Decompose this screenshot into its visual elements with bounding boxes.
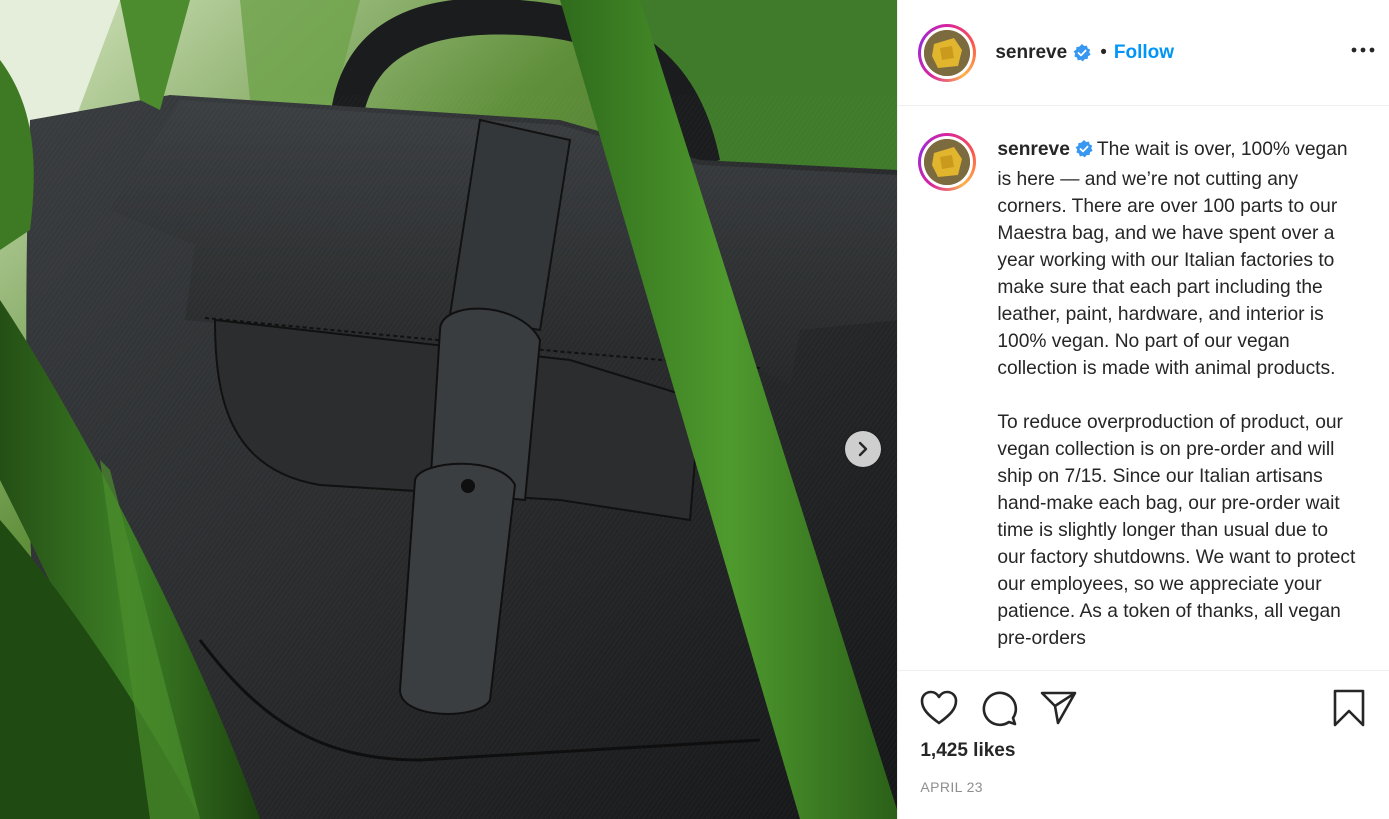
post-header: senreve • Follow [898,0,1389,106]
next-image-button[interactable] [845,431,881,467]
caption-username[interactable]: senreve [997,139,1070,160]
likes-count[interactable]: 1,425 likes [920,740,1365,762]
username-link[interactable]: senreve [995,42,1067,64]
instagram-post: senreve • Follow senreve The wait is ove… [0,0,1389,819]
caption-avatar[interactable] [918,133,977,191]
verified-badge-icon [1075,139,1093,166]
avatar-image [924,29,971,76]
more-options-icon[interactable] [1351,40,1375,58]
caption: senreve The wait is over, 100% vegan is h… [898,106,1389,652]
post-image[interactable] [0,0,898,819]
avatar-image [924,139,971,185]
chevron-right-icon [858,441,868,457]
post-actions: 1,425 likes APRIL 23 [898,671,1389,819]
post-sidebar: senreve • Follow senreve The wait is ove… [897,0,1389,819]
separator-dot: • [1100,41,1107,63]
follow-button[interactable]: Follow [1114,42,1174,64]
caption-body: The wait is over, 100% vegan is here — a… [997,139,1356,649]
paper-plane-icon[interactable] [1040,690,1078,726]
comment-icon[interactable] [980,689,1018,727]
heart-icon[interactable] [920,690,958,726]
bookmark-icon[interactable] [1333,689,1365,732]
backpack-photo [0,0,898,819]
avatar[interactable] [918,23,977,82]
comments-scroll-area[interactable]: senreve The wait is over, 100% vegan is h… [898,106,1389,671]
post-date[interactable]: APRIL 23 [920,779,1365,795]
caption-text: senreve The wait is over, 100% vegan is h… [997,136,1359,652]
verified-badge-icon [1073,43,1091,62]
